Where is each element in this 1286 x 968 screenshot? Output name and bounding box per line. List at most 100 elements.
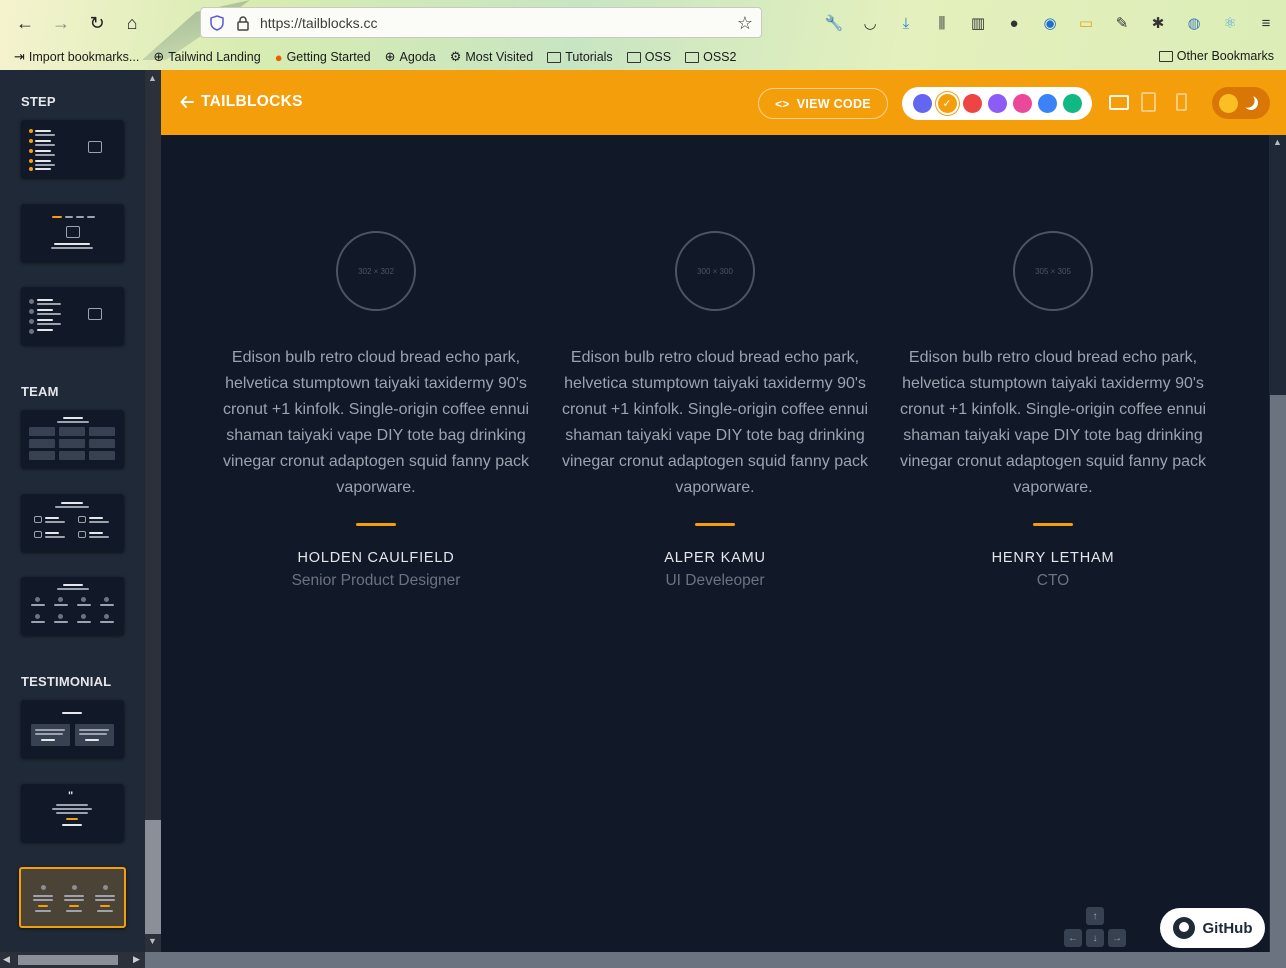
image-icon (88, 141, 102, 153)
color-swatch-red[interactable] (962, 94, 982, 113)
scroll-up-icon[interactable]: ▲ (148, 73, 157, 83)
color-swatch-green[interactable] (1062, 94, 1082, 113)
view-code-button[interactable]: <> VIEW CODE (758, 88, 888, 119)
desktop-icon[interactable] (1109, 94, 1129, 110)
extension-color-icon[interactable]: ◍ (1180, 12, 1208, 34)
extension-notes-icon[interactable]: ✎ (1108, 12, 1136, 34)
sidebar-scrollbar[interactable]: ▲ ▼ (145, 70, 161, 952)
folder-icon (1158, 50, 1173, 62)
color-swatch-blue[interactable] (1037, 94, 1057, 113)
view-code-label: VIEW CODE (796, 96, 871, 111)
extension-monitor-icon[interactable]: ▭ (1072, 12, 1100, 34)
bookmark-tutorials[interactable]: Tutorials (547, 50, 613, 64)
menu-icon[interactable]: ≡ (1252, 12, 1280, 34)
home-icon[interactable]: ⌂ (121, 12, 143, 34)
forward-icon[interactable]: → (50, 12, 72, 34)
device-toggle (1109, 92, 1187, 112)
brand-title: TAILBLOCKS (201, 93, 303, 110)
sidebar-toggle-icon[interactable]: ▥ (964, 12, 992, 34)
tablet-icon[interactable] (1141, 92, 1156, 112)
library-icon[interactable]: ⫼ (928, 12, 956, 34)
url-text: https://tailblocks.cc (260, 14, 378, 31)
block-thumb-team-1[interactable] (21, 410, 124, 468)
sidebar-scroll-thumb[interactable] (145, 820, 161, 934)
keyboard-navigation: ↑ ← ↓ → (1062, 907, 1128, 949)
github-icon (1172, 917, 1195, 939)
color-swatch-yellow[interactable]: ✓ (937, 94, 957, 113)
arrow-down-key-icon[interactable]: ↓ (1086, 929, 1104, 947)
color-swatch-purple[interactable] (987, 94, 1007, 113)
person-role: UI Develeoper (665, 572, 765, 589)
arrow-up-key-icon[interactable]: ↑ (1086, 907, 1104, 925)
other-bookmarks[interactable]: Other Bookmarks (1158, 49, 1274, 63)
github-button[interactable]: GitHub (1160, 908, 1265, 948)
person-name: HOLDEN CAULFIELD (297, 550, 455, 566)
bookmark-oss2[interactable]: OSS2 (685, 50, 736, 64)
arrow-left-key-icon[interactable]: ← (1064, 929, 1082, 947)
bookmark-star-icon[interactable]: ☆ (737, 13, 753, 34)
back-icon[interactable]: ← (14, 12, 36, 34)
arrow-left-icon (180, 96, 194, 108)
bookmark-import[interactable]: ⇥ Import bookmarks... (14, 49, 139, 65)
block-thumb-testimonial-2[interactable]: " (21, 784, 124, 842)
back-to-tailblocks-link[interactable]: TAILBLOCKS (180, 93, 303, 111)
block-preview: 302 × 302 Edison bulb retro cloud bread … (161, 135, 1269, 952)
block-thumb-testimonial-3[interactable] (19, 867, 126, 928)
avatar: 302 × 302 (336, 231, 416, 311)
testimonial-quote: Edison bulb retro cloud bread echo park,… (899, 349, 1207, 496)
bookmark-most-visited[interactable]: ⚙ Most Visited (450, 49, 534, 65)
sidebar-hscroll[interactable]: ◀ ▶ (0, 952, 145, 968)
block-thumb-team-2[interactable] (21, 494, 124, 552)
scroll-up-icon[interactable]: ▲ (1273, 137, 1282, 147)
firefox-icon: ● (274, 49, 283, 65)
person-role: Senior Product Designer (291, 572, 461, 589)
block-thumb-step-2[interactable] (21, 204, 124, 262)
folder-icon (626, 51, 641, 63)
scroll-left-icon[interactable]: ◀ (3, 954, 10, 965)
accent-divider (695, 523, 735, 526)
block-thumb-testimonial-1[interactable] (21, 700, 124, 758)
browser-toolbar: ← → ↻ ⌂ https://tailblocks.cc ☆ 🔧 ◡ ⤓ ⫼ … (0, 0, 1286, 70)
phone-icon[interactable] (1176, 93, 1187, 111)
person-name: ALPER KAMU (664, 550, 766, 566)
extension-react-icon[interactable]: ⚛ (1216, 12, 1244, 34)
color-swatch-pink[interactable] (1012, 94, 1032, 113)
extension-globe-icon[interactable]: ◉ (1036, 12, 1064, 34)
avatar: 300 × 300 (675, 231, 755, 311)
extension-twd-icon[interactable]: ● (1000, 12, 1028, 34)
pocket-icon[interactable]: ◡ (856, 12, 884, 34)
block-thumb-team-3[interactable] (21, 577, 124, 635)
wrench-icon[interactable]: 🔧 (820, 12, 848, 34)
section-title-testimonial: TESTIMONIAL (21, 674, 112, 689)
extension-paw-icon[interactable]: ✱ (1144, 12, 1172, 34)
sidebar-hscroll-thumb[interactable] (18, 955, 118, 965)
reload-icon[interactable]: ↻ (86, 12, 108, 34)
blocks-sidebar: STEP TEAM TESTIMONIAL " (0, 70, 145, 952)
person-role: CTO (1036, 572, 1070, 589)
scroll-right-icon[interactable]: ▶ (133, 954, 140, 965)
testimonial-quote: Edison bulb retro cloud bread echo park,… (561, 349, 869, 496)
accent-divider (356, 523, 396, 526)
block-thumb-step-3[interactable] (21, 287, 124, 345)
color-swatch-indigo[interactable] (912, 94, 932, 113)
code-icon: <> (775, 96, 790, 111)
scroll-down-icon[interactable]: ▼ (148, 936, 157, 946)
section-title-step: STEP (21, 94, 56, 109)
horizontal-scrollbar[interactable]: ◀ ▶ (0, 952, 1286, 968)
download-icon[interactable]: ⤓ (892, 12, 920, 34)
block-thumb-step-1[interactable] (21, 120, 124, 178)
arrow-right-key-icon[interactable]: → (1108, 929, 1126, 947)
bookmark-getting-started[interactable]: ● Getting Started (275, 50, 371, 65)
bookmark-oss[interactable]: OSS (626, 50, 671, 64)
bookmark-agoda[interactable]: ⊕ Agoda (385, 49, 436, 65)
check-icon: ✓ (942, 98, 952, 110)
github-label: GitHub (1202, 919, 1253, 937)
address-bar[interactable]: https://tailblocks.cc ☆ (200, 7, 762, 38)
app-header: TAILBLOCKS <> VIEW CODE ✓ (161, 70, 1286, 135)
preview-scroll-thumb[interactable] (1270, 395, 1286, 952)
bookmark-tailwind-landing[interactable]: ⊕ Tailwind Landing (153, 49, 260, 65)
dark-mode-toggle[interactable] (1212, 87, 1270, 119)
import-icon: ⇥ (14, 49, 25, 64)
globe-icon: ⊕ (153, 49, 165, 64)
preview-scrollbar[interactable]: ▲ (1269, 135, 1286, 952)
